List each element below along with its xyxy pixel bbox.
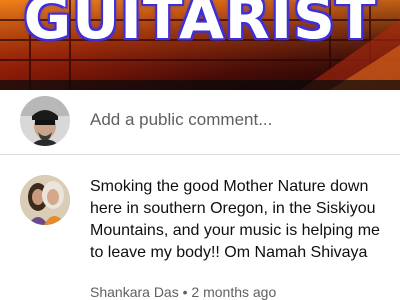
comment-author[interactable]: Shankara Das	[90, 284, 179, 300]
video-title-overlay: GUITARIST	[23, 0, 377, 52]
current-user-avatar[interactable]	[20, 96, 70, 146]
meta-separator: •	[182, 284, 188, 300]
add-comment-input[interactable]	[90, 107, 380, 133]
video-player[interactable]: GUITARIST	[0, 0, 400, 90]
comment-time: 2 months ago	[191, 284, 277, 300]
comments-screen: GUITARIST Add a public comment... Smokin…	[0, 0, 400, 300]
comment-meta: Shankara Das • 2 months ago	[90, 284, 276, 300]
add-comment-row	[0, 93, 400, 155]
comment-item: Smoking the good Mother Nature down here…	[0, 155, 400, 300]
comment-text: Smoking the good Mother Nature down here…	[90, 178, 380, 261]
commenter-avatar[interactable]	[20, 175, 70, 225]
